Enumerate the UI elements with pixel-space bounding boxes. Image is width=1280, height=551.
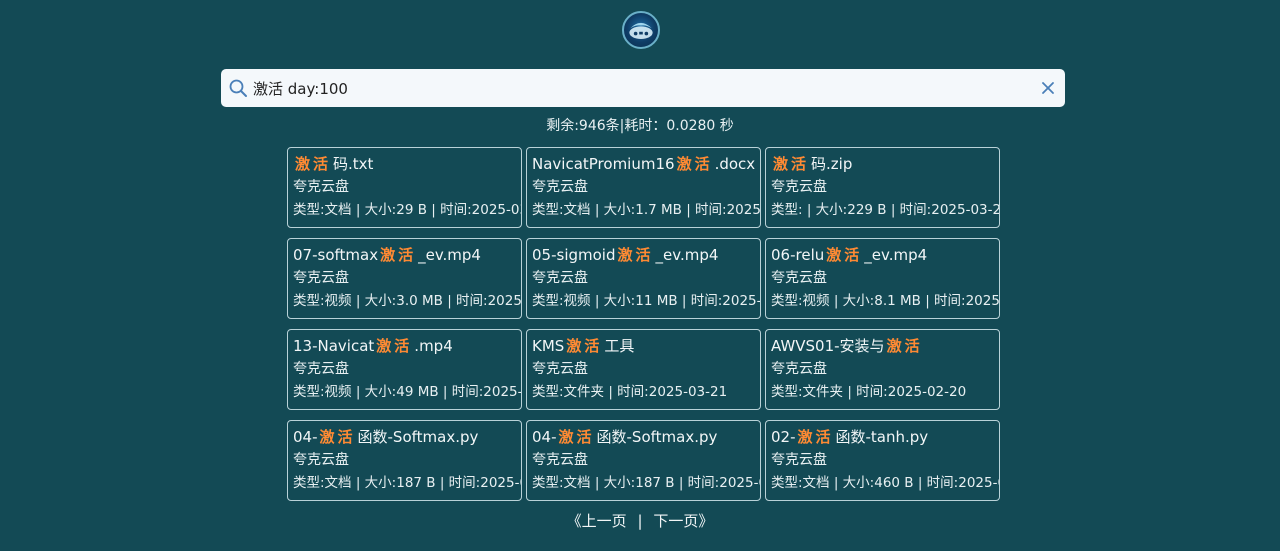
result-title[interactable]: 04- 激活 函数-Softmax.py: [532, 425, 760, 449]
result-title-prefix: AWVS01-安装与: [771, 337, 885, 355]
result-title-highlight: 激活: [380, 246, 417, 264]
result-card[interactable]: 04- 激活 函数-Softmax.py 夸克云盘类型:文档 | 大小:187 B |…: [287, 420, 522, 501]
result-meta: 类型:视频 | 大小:8.1 MB | 时间:2025-03-21: [771, 293, 999, 309]
result-meta: 类型:文件夹 | 时间:2025-02-20: [771, 384, 967, 400]
search-icon[interactable]: [228, 78, 248, 98]
result-card[interactable]: 02- 激活 函数-tanh.py 夸克云盘类型:文档 | 大小:460 B | 时间…: [765, 420, 1000, 501]
result-title-prefix: NavicatPromium16: [532, 155, 675, 173]
result-card[interactable]: 05-sigmoid 激活 _ev.mp4 夸克云盘类型:视频 | 大小:11 MB …: [526, 238, 761, 319]
result-title-prefix: KMS: [532, 337, 565, 355]
result-title-highlight: 激活: [886, 337, 923, 355]
result-title-highlight: 激活: [617, 246, 654, 264]
result-source: 夸克云盘: [532, 270, 588, 286]
result-title-prefix: 02-: [771, 428, 796, 446]
result-title[interactable]: KMS 激活 工具: [532, 334, 760, 358]
result-title-suffix: .mp4: [414, 337, 453, 355]
result-title-suffix: 码.zip: [811, 155, 853, 173]
close-icon[interactable]: [1040, 80, 1056, 96]
result-title-suffix: _ev.mp4: [864, 246, 928, 264]
result-card[interactable]: 04- 激活 函数-Softmax.py 夸克云盘类型:文档 | 大小:187 B |…: [526, 420, 761, 501]
search-bar: [221, 69, 1065, 107]
result-title[interactable]: 06-relu 激活 _ev.mp4: [771, 243, 999, 267]
result-title-prefix: 13-Navicat: [293, 337, 375, 355]
result-title[interactable]: 05-sigmoid 激活 _ev.mp4: [532, 243, 760, 267]
result-title[interactable]: 07-softmax 激活 _ev.mp4: [293, 243, 521, 267]
result-card[interactable]: 激活 码.zip 夸克云盘类型: | 大小:229 B | 时间:2025-03-2…: [765, 147, 1000, 228]
result-source: 夸克云盘: [293, 270, 349, 286]
result-source: 夸克云盘: [771, 452, 827, 468]
result-title-prefix: 04-: [532, 428, 557, 446]
result-source: 夸克云盘: [771, 361, 827, 377]
result-title[interactable]: 激活 码.zip: [771, 152, 999, 176]
result-title-suffix: 函数-Softmax.py: [357, 428, 479, 446]
result-card[interactable]: KMS 激活 工具 夸克云盘 类型:文件夹 | 时间:2025-03-21: [526, 329, 761, 410]
site-logo-icon: [629, 22, 653, 39]
result-title-highlight: 激活: [319, 428, 356, 446]
result-title-highlight: 激活: [558, 428, 595, 446]
result-title-suffix: 码.txt: [333, 155, 374, 173]
result-title-highlight: 激活: [773, 155, 810, 173]
results-grid: 激活码.txt夸克云盘类型:文档 | 大小:29 B | 时间:2025-03-…: [287, 147, 1000, 501]
result-title[interactable]: 激活 码.txt: [293, 152, 521, 176]
site-logo[interactable]: [622, 11, 660, 49]
result-title-highlight: 激活: [676, 155, 713, 173]
next-page-link[interactable]: 下一页》: [653, 512, 713, 530]
result-title-suffix: 函数-tanh.py: [835, 428, 929, 446]
result-source: 夸克云盘: [532, 361, 588, 377]
result-card[interactable]: AWVS01-安装与 激活夸克云盘类型:文件夹 | 时间:2025-02-20: [765, 329, 1000, 410]
result-title-prefix: 04-: [293, 428, 318, 446]
result-title-highlight: 激活: [295, 155, 332, 173]
result-title[interactable]: AWVS01-安装与 激活: [771, 334, 999, 358]
result-title-suffix: .docx: [714, 155, 756, 173]
result-meta: 类型:视频 | 大小:3.0 MB | 时间:2025-03-21: [293, 293, 521, 309]
result-title-prefix: 07-softmax: [293, 246, 379, 264]
result-title-suffix: _ev.mp4: [655, 246, 719, 264]
result-card[interactable]: 激活码.txt 夸克云盘类型:文档 | 大小:29 B | 时间:2025-03-…: [287, 147, 522, 228]
result-title-highlight: 激活: [826, 246, 863, 264]
result-source: 夸克云盘: [293, 179, 349, 195]
result-title-highlight: 激活: [376, 337, 413, 355]
result-meta: 类型:文档 | 大小:460 B | 时间:2025-03-21: [771, 475, 999, 491]
result-meta: 类型:文档 | 大小:1.7 MB | 时间:2025-03-21: [532, 202, 760, 218]
result-source: 夸克云盘: [771, 270, 827, 286]
result-card[interactable]: 06-relu 激活 _ev.mp4 夸克云盘类型:视频 | 大小:8.1 MB | …: [765, 238, 1000, 319]
result-title[interactable]: 04- 激活 函数-Softmax.py: [293, 425, 521, 449]
result-title-highlight: 激活: [566, 337, 603, 355]
result-meta: 类型:视频 | 大小:11 MB | 时间:2025-03-21: [532, 293, 760, 309]
result-card[interactable]: 13-Navicat 激活 .mp4 夸克云盘类型:视频 | 大小:49 MB | 时…: [287, 329, 522, 410]
result-title-prefix: 06-relu: [771, 246, 825, 264]
result-title[interactable]: NavicatPromium16 激活 .docx: [532, 152, 760, 176]
result-meta: 类型:文档 | 大小:187 B | 时间:2025-03-21: [532, 475, 760, 491]
result-source: 夸克云盘: [293, 361, 349, 377]
result-card[interactable]: NavicatPromium16 激活 .docx 夸克云盘类型:文档 | 大小:1.…: [526, 147, 761, 228]
result-meta: 类型:视频 | 大小:49 MB | 时间:2025-03-21: [293, 384, 521, 400]
result-card[interactable]: 07-softmax 激活 _ev.mp4 夸克云盘类型:视频 | 大小:3.0 MB…: [287, 238, 522, 319]
search-input[interactable]: [253, 73, 1040, 103]
result-title-suffix: 工具: [604, 337, 635, 355]
result-title-prefix: 05-sigmoid: [532, 246, 616, 264]
result-source: 夸克云盘: [532, 452, 588, 468]
result-title-suffix: 函数-Softmax.py: [596, 428, 718, 446]
search-stats: 剩余:946条|耗时：0.0280 秒: [546, 118, 734, 134]
result-source: 夸克云盘: [532, 179, 588, 195]
result-meta: 类型:文档 | 大小:187 B | 时间:2025-03-21: [293, 475, 521, 491]
result-title[interactable]: 02- 激活 函数-tanh.py: [771, 425, 999, 449]
pager-separator: |: [637, 512, 643, 530]
result-meta: 类型:文档 | 大小:29 B | 时间:2025-03-21: [293, 202, 521, 218]
pagination: 《上一页 | 下一页》: [0, 510, 1280, 532]
result-meta: 类型: | 大小:229 B | 时间:2025-03-21: [771, 202, 999, 218]
result-title[interactable]: 13-Navicat 激活 .mp4: [293, 334, 521, 358]
prev-page-link[interactable]: 《上一页: [567, 512, 627, 530]
result-source: 夸克云盘: [771, 179, 827, 195]
result-title-suffix: _ev.mp4: [418, 246, 481, 264]
result-meta: 类型:文件夹 | 时间:2025-03-21: [532, 384, 728, 400]
result-source: 夸克云盘: [293, 452, 349, 468]
result-title-highlight: 激活: [797, 428, 834, 446]
